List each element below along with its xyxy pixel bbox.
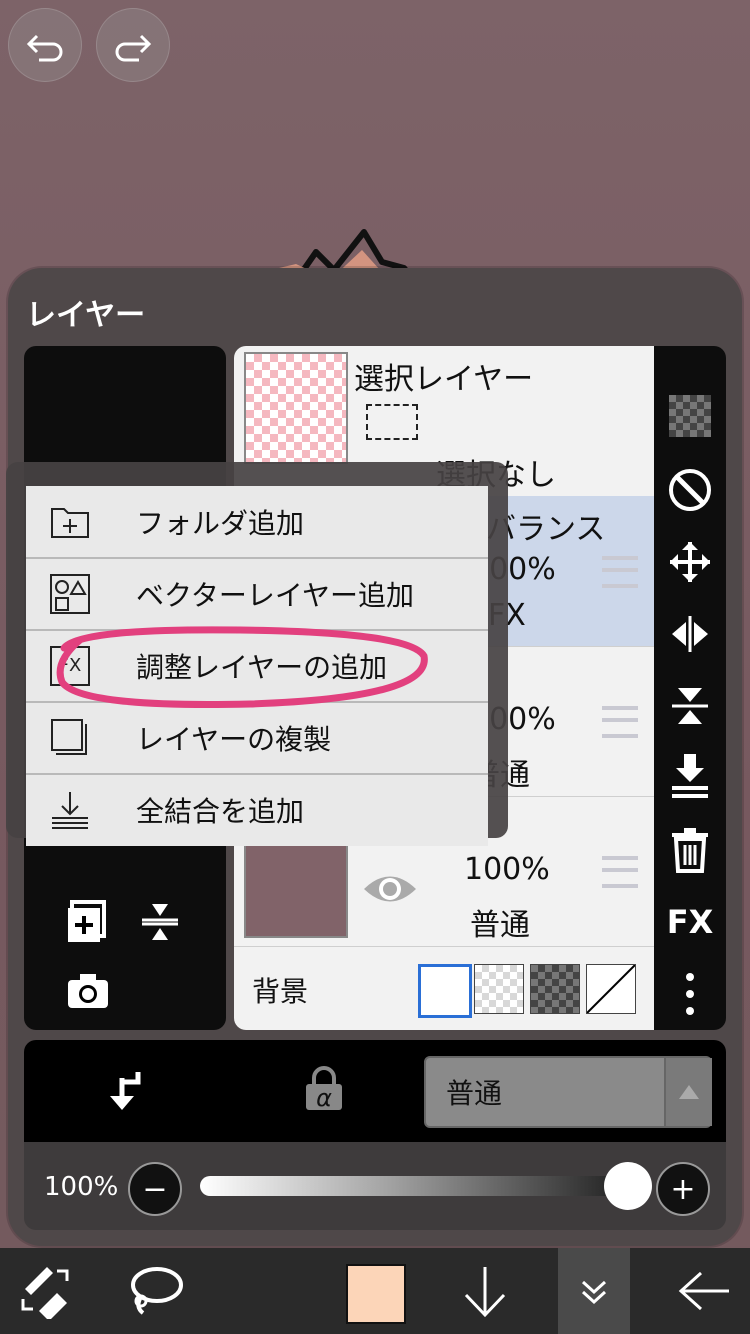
menu-item-label: ベクターレイヤー追加 [136,578,415,612]
flip-horizontal-button[interactable] [654,604,726,664]
menu-item-duplicate-layer[interactable]: レイヤーの複製 [26,702,488,775]
flip-vertical-button[interactable] [654,676,726,736]
layer-thumbnail [244,352,348,464]
menu-item-add-merge-all[interactable]: 全結合を追加 [26,774,488,845]
background-label: 背景 [252,975,309,1008]
blend-mode-value: 普通 [446,1077,503,1110]
duplicate-icon [48,716,92,760]
merge-icon [142,904,178,940]
more-options-button[interactable] [654,964,726,1024]
drag-handle-icon[interactable] [602,706,638,738]
minus-icon: − [142,1171,168,1207]
bg-white-option[interactable] [418,964,472,1018]
opacity-label: 100% [44,1172,119,1202]
opacity-increase-button[interactable]: + [656,1162,710,1216]
move-button[interactable] [654,532,726,592]
layer-opacity: 100% [464,852,550,887]
clipping-button[interactable] [654,460,726,520]
menu-item-label: レイヤーの複製 [136,722,332,756]
right-toolbar: FX [654,346,726,1030]
fx-layer-icon: FX [48,644,92,688]
flip-vertical-icon [672,688,708,724]
eye-icon [364,876,416,902]
arrow-left-icon [678,1271,729,1311]
menu-item-add-adjustment-layer[interactable]: FX 調整レイヤーの追加 [26,630,488,703]
bg-transparent-option[interactable] [474,964,524,1014]
lasso-button[interactable] [120,1248,190,1334]
redo-icon [115,34,152,62]
vertical-dots-icon [686,973,694,1015]
delete-layer-button[interactable] [654,820,726,880]
menu-item-add-vector-layer[interactable]: ベクターレイヤー追加 [26,558,488,631]
camera-button[interactable] [64,970,112,1014]
download-merge-icon [672,754,708,798]
drag-handle-icon[interactable] [602,856,638,888]
back-button[interactable] [670,1248,740,1334]
background-row: 背景 [234,946,654,1030]
opacity-decrease-button[interactable]: − [128,1162,182,1216]
undo-button[interactable] [8,8,82,82]
merge-down-button[interactable] [136,898,184,946]
visibility-button[interactable] [362,866,418,912]
alpha-lock-toggle[interactable]: α [304,1066,344,1112]
arrow-down-icon [464,1267,506,1318]
clip-circle-icon [669,469,711,511]
alpha-symbol: α [316,1084,332,1112]
layer-thumbnail [244,842,348,938]
layer-down-button[interactable] [450,1248,520,1334]
checker-icon [669,395,711,437]
double-chevron-down-icon [581,1280,607,1305]
vector-layer-icon [48,572,92,616]
move-icon [670,542,710,582]
panel-title: レイヤー [26,298,146,333]
bg-none-option[interactable] [586,964,636,1014]
layer-panel-toggle-button[interactable] [558,1248,630,1334]
merge-down-right-button[interactable] [654,746,726,806]
clip-arrow-icon [110,1072,141,1110]
blend-mode-select[interactable]: 普通 [424,1056,712,1128]
selection-marquee-icon [366,404,418,440]
lasso-icon [131,1267,183,1315]
add-layer-icon [68,900,106,942]
camera-icon [68,974,108,1008]
add-layer-menu: フォルダ追加 ベクターレイヤー追加 FX 調整レイヤーの追加 レイヤーの複製 全… [26,486,488,846]
layer-name: 選択レイヤー [354,362,534,397]
menu-item-label: 調整レイヤーの追加 [136,650,388,684]
plus-icon: + [670,1171,696,1207]
fx-button[interactable]: FX [654,892,726,952]
trash-icon [672,828,708,873]
menu-item-label: フォルダ追加 [136,506,305,540]
blend-mode-dropdown-button[interactable] [664,1058,712,1126]
layer-mode: 普通 [470,908,530,943]
clipping-toggle[interactable] [104,1068,144,1114]
tool-switch-button[interactable] [10,1248,80,1334]
opacity-slider-thumb[interactable] [604,1162,652,1210]
opacity-slider[interactable] [200,1176,630,1196]
merge-all-icon [48,788,92,832]
drag-handle-icon[interactable] [602,556,638,588]
undo-icon [26,34,63,62]
folder-add-icon [48,500,92,544]
current-color-swatch[interactable] [346,1264,406,1324]
transparency-lock-button[interactable] [654,386,726,446]
redo-button[interactable] [96,8,170,82]
flip-horizontal-icon [672,616,708,652]
brush-eraser-icon [21,1267,69,1319]
menu-item-label: 全結合を追加 [136,794,305,828]
bg-dark-checker-option[interactable] [530,964,580,1014]
triangle-up-icon [679,1085,699,1099]
add-layer-button[interactable] [64,898,112,946]
menu-item-add-folder[interactable]: フォルダ追加 [26,486,488,559]
